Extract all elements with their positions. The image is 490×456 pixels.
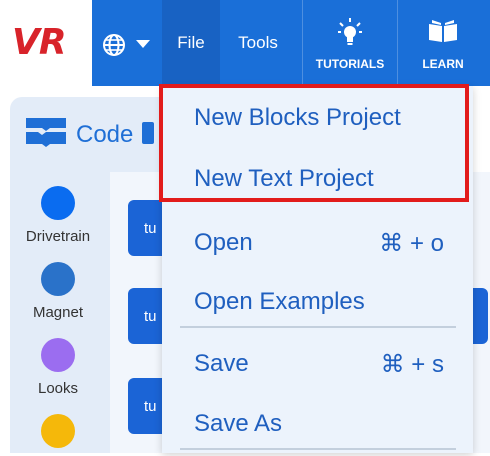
language-button[interactable] (92, 0, 162, 86)
category-magnet[interactable]: Magnet (10, 262, 106, 321)
book-icon (429, 20, 457, 42)
tutorials-button[interactable]: TUTORIALS (302, 0, 398, 86)
logo-text: VR (12, 22, 67, 63)
menu-separator (180, 448, 456, 450)
category-label: Looks (37, 380, 79, 397)
speaker-icon (142, 122, 154, 144)
category-label: Magnet (32, 304, 84, 321)
code-blocks-icon (26, 118, 66, 147)
menu-item-save[interactable]: Save ⌘ + s (194, 350, 464, 378)
learn-button[interactable]: LEARN (396, 0, 490, 86)
tutorials-label: TUTORIALS (315, 57, 385, 71)
menu-item-label: Open Examples (194, 288, 365, 315)
globe-icon (103, 34, 125, 56)
menu-item-open[interactable]: Open ⌘ + o (194, 229, 464, 257)
category-looks[interactable]: Looks (10, 338, 106, 397)
category-sound[interactable] (10, 414, 106, 456)
block-label: tu (144, 398, 157, 415)
logo: VR (0, 0, 92, 86)
menu-item-label: Save (194, 350, 249, 377)
looks-color-dot (41, 338, 75, 372)
block-label: tu (144, 220, 157, 237)
category-drivetrain[interactable]: Drivetrain (10, 186, 106, 245)
highlight-box (159, 84, 469, 202)
shortcut-open: ⌘ + o (379, 230, 444, 257)
file-menu-button[interactable]: File (162, 0, 220, 86)
shortcut-save: ⌘ + s (380, 351, 444, 378)
menu-item-label: Save As (194, 410, 283, 437)
code-tab[interactable]: Code (24, 112, 164, 158)
learn-label: LEARN (422, 57, 464, 71)
lightbulb-icon (338, 18, 362, 45)
chevron-down-icon (136, 40, 150, 48)
menu-item-open-examples[interactable]: Open Examples (194, 288, 464, 316)
code-tab-label: Code (76, 121, 134, 148)
block-label: tu (144, 308, 157, 325)
category-label: Drivetrain (25, 228, 91, 245)
menu-item-label: Open (194, 229, 253, 256)
magnet-color-dot (41, 262, 75, 296)
tools-menu-button[interactable]: Tools (222, 0, 294, 86)
menu-separator (180, 326, 456, 328)
menu-item-save-as[interactable]: Save As (194, 410, 464, 438)
sound-color-dot (41, 414, 75, 448)
drivetrain-color-dot (41, 186, 75, 220)
menu-bar: VR File Tools TUTORIALS LEARN (0, 0, 490, 86)
